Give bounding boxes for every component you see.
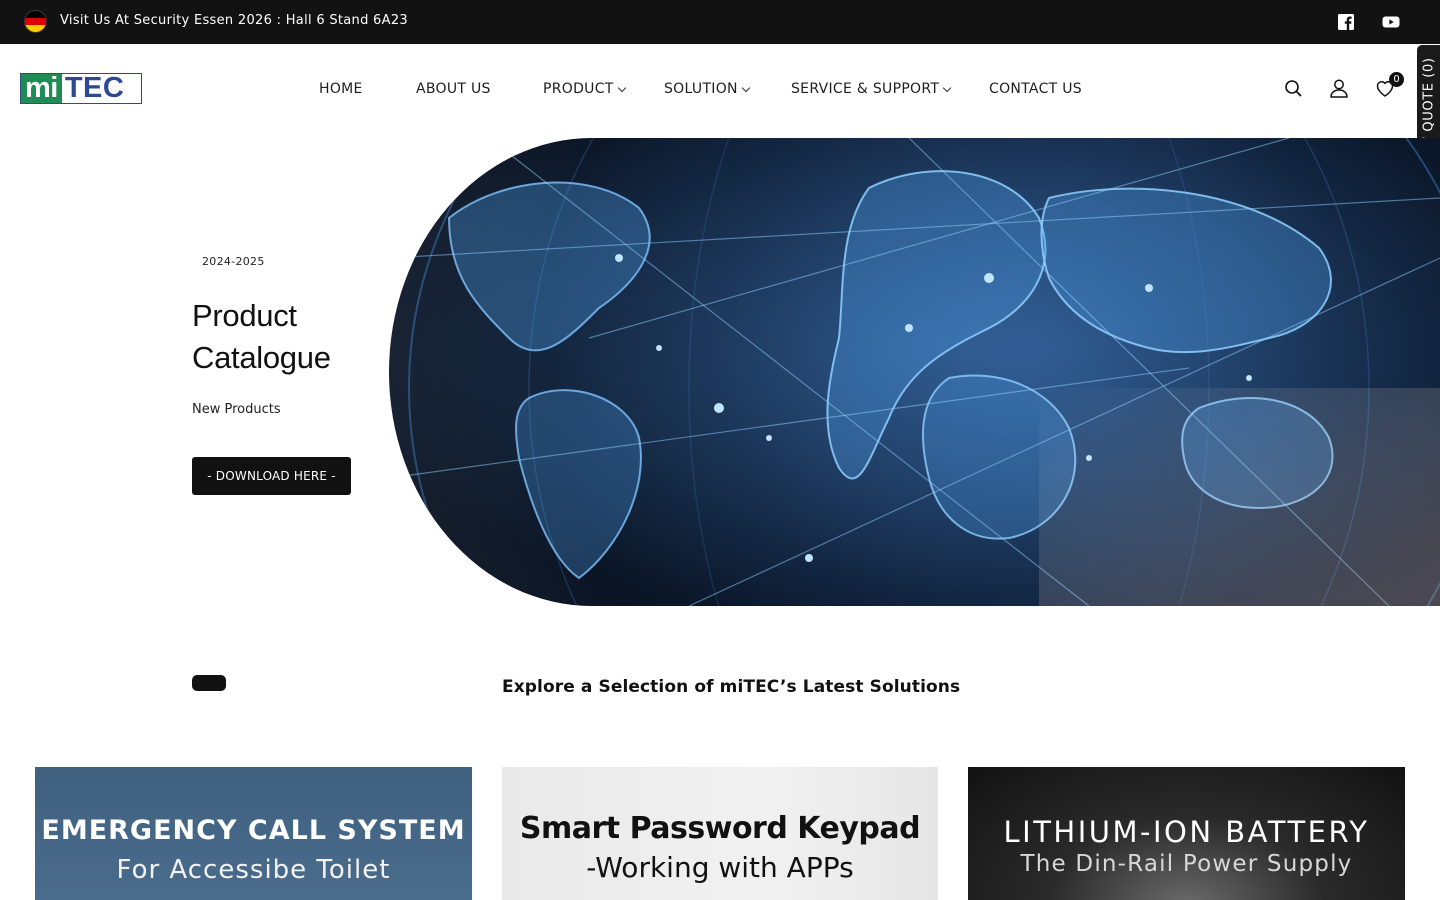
nav-label: HOME bbox=[319, 81, 363, 97]
mitec-logo[interactable]: mi TEC bbox=[20, 73, 142, 104]
chevron-down-icon bbox=[617, 83, 626, 92]
card-title: EMERGENCY CALL SYSTEM bbox=[41, 815, 466, 846]
hero-globe-image bbox=[389, 138, 1440, 606]
solution-card-password-keypad[interactable]: Smart Password Keypad -Working with APPs bbox=[502, 767, 938, 900]
chevron-down-icon bbox=[943, 83, 952, 92]
logo-tec: TEC bbox=[64, 73, 125, 104]
nav-home[interactable]: HOME bbox=[319, 79, 363, 99]
nav-label: PRODUCT bbox=[543, 81, 614, 97]
hero-title: Product Catalogue bbox=[192, 298, 331, 375]
section-title: Explore a Selection of miTEC’s Latest So… bbox=[502, 677, 961, 697]
chevron-down-icon bbox=[741, 83, 751, 92]
nav-solution[interactable]: SOLUTION bbox=[664, 79, 751, 99]
germany-flag-icon bbox=[24, 10, 47, 33]
nav-service-support[interactable]: SERVICE & SUPPORT bbox=[791, 79, 952, 99]
card-title: LITHIUM-ION BATTERY bbox=[1003, 815, 1370, 849]
hero-subtitle: New Products bbox=[192, 402, 281, 417]
nav-label: CONTACT US bbox=[989, 81, 1082, 97]
solution-card-emergency-call[interactable]: EMERGENCY CALL SYSTEM For Accessibe Toil… bbox=[35, 767, 472, 900]
nav-label: SERVICE & SUPPORT bbox=[791, 81, 940, 97]
logo-mi: mi bbox=[21, 74, 62, 103]
wishlist-count-badge: 0 bbox=[1389, 72, 1404, 87]
facebook-icon[interactable] bbox=[1337, 13, 1355, 31]
announcement-text[interactable]: Visit Us At Security Essen 2026 : Hall 6… bbox=[60, 13, 408, 28]
nav-about-us[interactable]: ABOUT US bbox=[416, 79, 491, 99]
slider-pager-dot[interactable] bbox=[192, 675, 226, 691]
card-title: Smart Password Keypad bbox=[519, 811, 921, 846]
search-icon[interactable] bbox=[1282, 77, 1304, 99]
card-subtitle: The Din-Rail Power Supply bbox=[1020, 851, 1353, 877]
card-subtitle: For Accessibe Toilet bbox=[116, 855, 391, 885]
nav-contact-us[interactable]: CONTACT US bbox=[989, 79, 1082, 99]
nav-product[interactable]: PRODUCT bbox=[543, 79, 626, 99]
download-button[interactable]: - DOWNLOAD HERE - bbox=[192, 457, 351, 495]
card-subtitle: -Working with APPs bbox=[586, 851, 854, 884]
solution-card-lithium-battery[interactable]: LITHIUM-ION BATTERY The Din-Rail Power S… bbox=[968, 767, 1405, 900]
nav-label: SOLUTION bbox=[664, 81, 738, 97]
hero-year: 2024-2025 bbox=[202, 255, 265, 268]
youtube-icon[interactable] bbox=[1382, 13, 1400, 31]
nav-label: ABOUT US bbox=[416, 81, 491, 97]
account-icon[interactable] bbox=[1328, 77, 1350, 99]
announcement-bar: Visit Us At Security Essen 2026 : Hall 6… bbox=[0, 0, 1440, 44]
